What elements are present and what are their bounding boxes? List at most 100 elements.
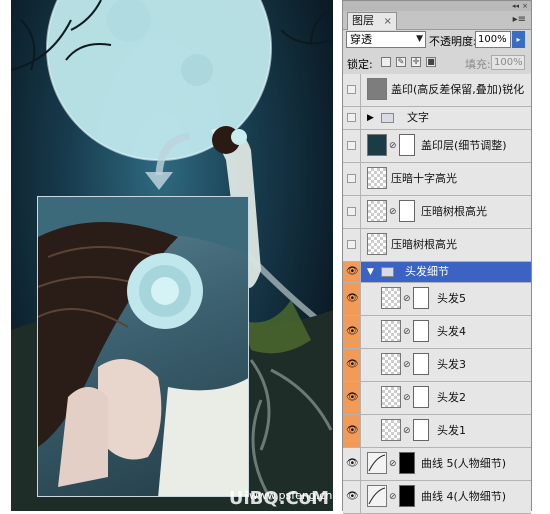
layer-mask-thumbnail[interactable] [413, 419, 429, 441]
folder-icon [381, 267, 394, 277]
eye-off-icon [347, 141, 356, 150]
layer-thumbnail [381, 320, 401, 342]
eye-icon: 👁 [346, 458, 359, 469]
layer-name: 头发5 [437, 292, 466, 305]
eye-off-icon [347, 207, 356, 216]
layer-thumbnail [381, 419, 401, 441]
chain-icon[interactable]: ⊘ [403, 327, 411, 337]
layer-name: 头发细节 [405, 265, 449, 278]
eye-icon: 👁 [346, 425, 359, 436]
visibility-toggle[interactable] [343, 229, 361, 261]
panel-titlebar[interactable]: ◂◂ × [343, 1, 531, 11]
layer-mask-thumbnail[interactable] [399, 452, 415, 474]
visibility-toggle[interactable]: 👁 [343, 262, 361, 282]
eye-icon: 👁 [346, 293, 359, 304]
layer-thumbnail [381, 353, 401, 375]
layer-row[interactable]: 👁 ⊘ 头发2 [343, 382, 531, 415]
layer-mask-thumbnail[interactable] [399, 134, 415, 156]
layer-name: 压暗十字高光 [391, 172, 457, 185]
disclosure-triangle-icon[interactable]: ▶ [367, 112, 374, 124]
layer-thumbnail [367, 134, 387, 156]
visibility-toggle[interactable]: 👁 [343, 415, 361, 447]
lock-transparency-icon[interactable] [381, 57, 391, 67]
visibility-toggle[interactable]: 👁 [343, 283, 361, 315]
layer-row[interactable]: 👁 ⊘ 头发3 [343, 349, 531, 382]
layer-group-row-selected[interactable]: 👁 ▼ 头发细节 [343, 262, 531, 283]
layer-row[interactable]: 👁 ⊘ 头发1 [343, 415, 531, 448]
eye-icon: 👁 [346, 392, 359, 403]
layer-mask-thumbnail[interactable] [399, 200, 415, 222]
layer-list: 盖印(高反差保留,叠加)锐化 ▶ 文字 ⊘ 盖印层(细节调整) 压暗十字高光 ⊘ [343, 74, 531, 514]
chain-icon[interactable]: ⊘ [403, 294, 411, 304]
opacity-input[interactable]: 100% [475, 31, 511, 48]
folder-icon [381, 113, 394, 123]
chain-icon[interactable]: ⊘ [389, 141, 397, 151]
chain-icon[interactable]: ⊘ [389, 207, 397, 217]
visibility-toggle[interactable] [343, 74, 361, 106]
visibility-toggle[interactable] [343, 196, 361, 228]
tab-close-icon[interactable]: × [384, 16, 392, 27]
visibility-toggle[interactable]: 👁 [343, 316, 361, 348]
visibility-toggle[interactable]: 👁 [343, 349, 361, 381]
opacity-label: 不透明度: [429, 35, 477, 48]
lock-position-icon[interactable]: ✛ [411, 57, 421, 67]
layer-mask-thumbnail[interactable] [399, 485, 415, 507]
eye-off-icon [347, 113, 356, 122]
layer-mask-thumbnail[interactable] [413, 353, 429, 375]
chain-icon[interactable]: ⊘ [403, 360, 411, 370]
opacity-slider-button[interactable]: ▸ [512, 31, 525, 48]
fill-input[interactable]: 100% [491, 55, 525, 70]
layer-thumbnail [367, 167, 387, 189]
layer-mask-thumbnail[interactable] [413, 386, 429, 408]
adjustment-layer-row[interactable]: 👁 ⊘ 曲线 5(人物细节) [343, 448, 531, 481]
blend-mode-value: 穿透 [350, 33, 372, 46]
layer-row[interactable]: 压暗树根高光 [343, 229, 531, 262]
panel-menu-icon[interactable]: ▸≡ [513, 14, 526, 25]
disclosure-triangle-open-icon[interactable]: ▼ [367, 266, 374, 278]
eye-icon: 👁 [346, 491, 359, 502]
chain-icon[interactable]: ⊘ [389, 459, 397, 469]
layer-row[interactable]: ⊘ 压暗树根高光 [343, 196, 531, 229]
chain-icon[interactable]: ⊘ [403, 393, 411, 403]
layer-name: 盖印层(细节调整) [421, 139, 507, 152]
visibility-toggle[interactable]: 👁 [343, 382, 361, 414]
layer-row[interactable]: 👁 ⊘ 头发5 [343, 283, 531, 316]
layer-mask-thumbnail[interactable] [413, 287, 429, 309]
layer-name: 盖印(高反差保留,叠加)锐化 [391, 83, 525, 96]
watermark-logo: UiBQ.CoM [228, 488, 329, 509]
chain-icon[interactable]: ⊘ [403, 426, 411, 436]
visibility-toggle[interactable] [343, 130, 361, 162]
layer-row[interactable]: 盖印(高反差保留,叠加)锐化 [343, 74, 531, 107]
lock-all-icon[interactable]: ■ [426, 57, 436, 67]
layer-thumbnail [367, 78, 387, 100]
visibility-toggle[interactable] [343, 163, 361, 195]
visibility-toggle[interactable] [343, 107, 361, 129]
blend-row: 穿透 ▼ 不透明度: 100% ▸ [343, 31, 531, 51]
layer-row[interactable]: ⊘ 盖印层(细节调整) [343, 130, 531, 163]
layer-row[interactable]: 压暗十字高光 [343, 163, 531, 196]
visibility-toggle[interactable]: 👁 [343, 481, 361, 513]
inset-closeup [37, 196, 249, 497]
eye-off-icon [347, 174, 356, 183]
tab-layers[interactable]: 图层 × [347, 12, 397, 30]
close-panel-icon[interactable]: × [522, 2, 528, 10]
layer-mask-thumbnail[interactable] [413, 320, 429, 342]
layer-name: 文字 [407, 111, 429, 124]
visibility-toggle[interactable]: 👁 [343, 448, 361, 480]
layer-name: 曲线 4(人物细节) [421, 490, 507, 503]
layer-group-row[interactable]: ▶ 文字 [343, 107, 531, 130]
layer-thumbnail [367, 233, 387, 255]
lock-pixels-icon[interactable]: ✎ [396, 57, 406, 67]
layer-name: 头发2 [437, 391, 466, 404]
tab-layers-label: 图层 [352, 14, 374, 27]
chain-icon[interactable]: ⊘ [389, 492, 397, 502]
adjustment-layer-row[interactable]: 👁 ⊘ 曲线 4(人物细节) [343, 481, 531, 514]
curves-adjustment-icon [367, 485, 387, 507]
blend-mode-select[interactable]: 穿透 ▼ [346, 31, 426, 48]
layer-row[interactable]: 👁 ⊘ 头发4 [343, 316, 531, 349]
artwork-canvas: www.psfeng.cn UiBQ.CoM [11, 0, 333, 511]
panel-tab-row: 图层 × ▸≡ [343, 11, 531, 30]
layer-thumbnail [381, 386, 401, 408]
collapse-icon[interactable]: ◂◂ [512, 2, 519, 10]
layer-thumbnail [367, 200, 387, 222]
